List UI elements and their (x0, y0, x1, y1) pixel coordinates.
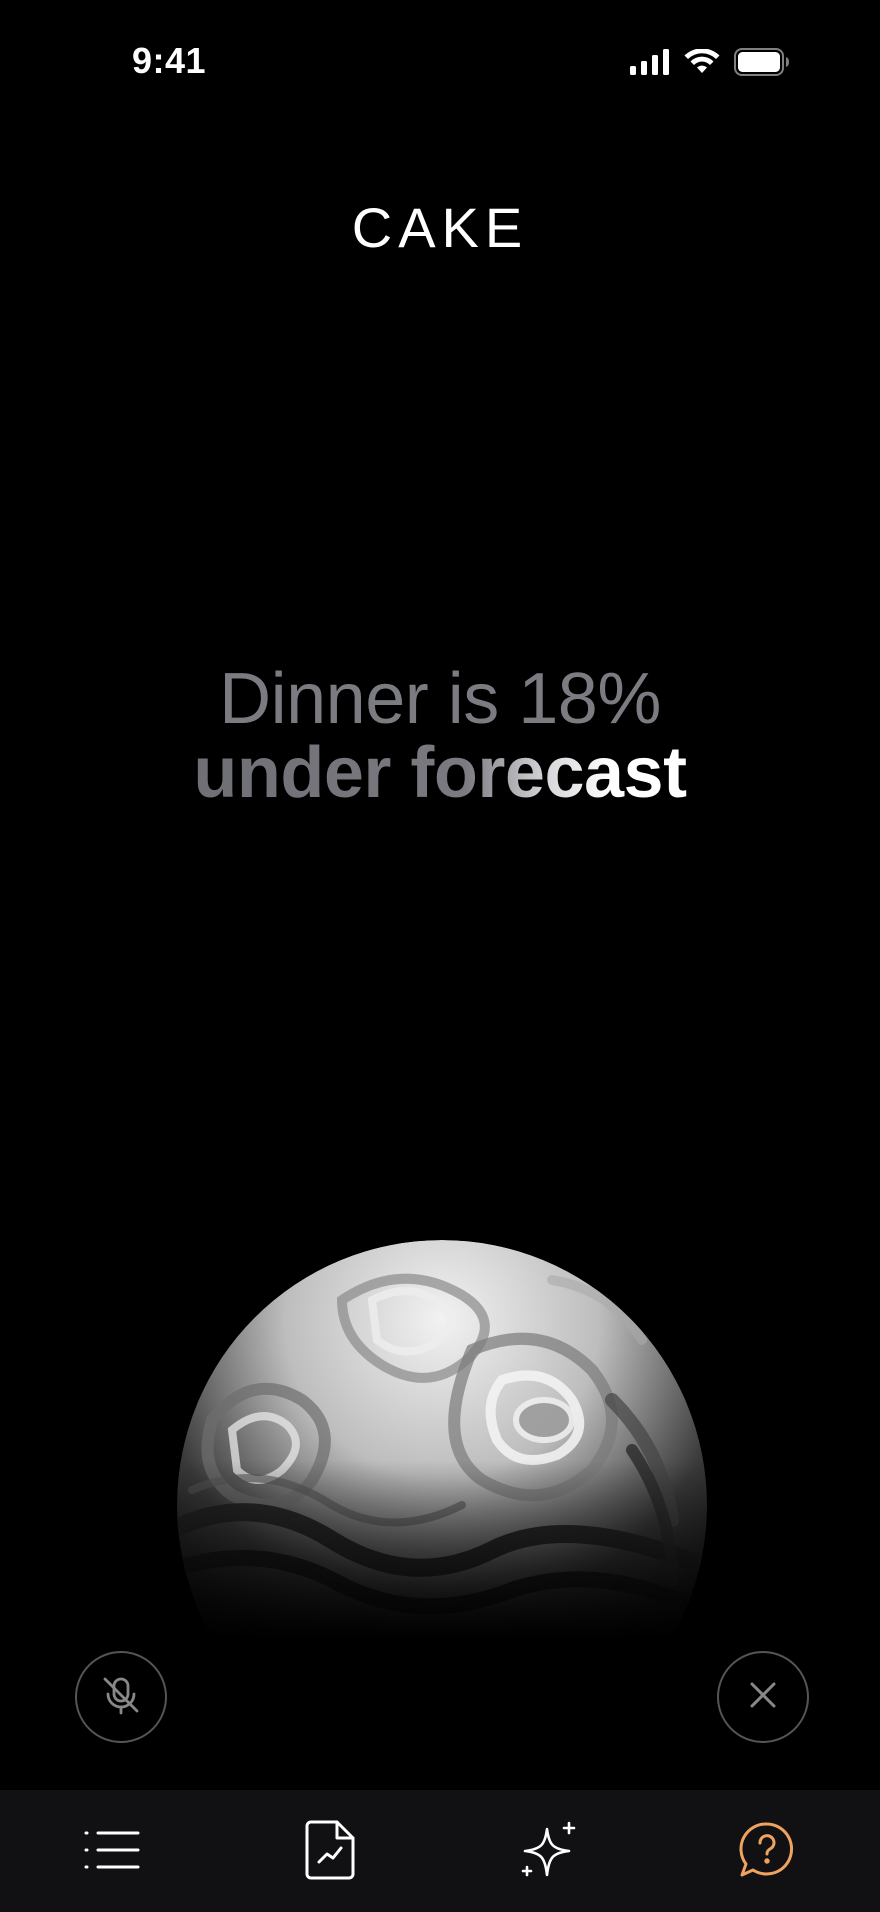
tab-assistant[interactable] (510, 1812, 590, 1892)
status-time: 9:41 (132, 40, 207, 81)
tab-bar (0, 1790, 880, 1912)
logo-text: CAKE (351, 196, 529, 259)
brand-logo: CAKE (0, 195, 880, 260)
mute-button[interactable] (75, 1651, 167, 1743)
status-icons (630, 47, 790, 81)
tab-report[interactable] (290, 1812, 370, 1892)
wifi-icon (684, 47, 720, 80)
signal-icon (630, 48, 670, 80)
voice-orb (172, 1240, 712, 1770)
close-button[interactable] (717, 1651, 809, 1743)
report-chart-icon (305, 1820, 355, 1885)
close-icon (748, 1680, 778, 1715)
sparkle-icon (519, 1819, 581, 1886)
insight-headline: Dinner is 18% under forecast (0, 662, 880, 810)
phone-screen: 9:41 CAKE Dinner is 18% under forecast (0, 0, 880, 1912)
microphone-off-icon (99, 1673, 143, 1722)
battery-icon (734, 47, 790, 81)
help-chat-icon (737, 1820, 797, 1885)
tab-list[interactable] (72, 1812, 152, 1892)
insight-line-1: Dinner is 18% (219, 659, 661, 739)
status-bar: 9:41 (0, 0, 880, 120)
insight-line-2: under forecast (193, 733, 687, 813)
list-icon (84, 1830, 140, 1875)
tab-help[interactable] (727, 1812, 807, 1892)
